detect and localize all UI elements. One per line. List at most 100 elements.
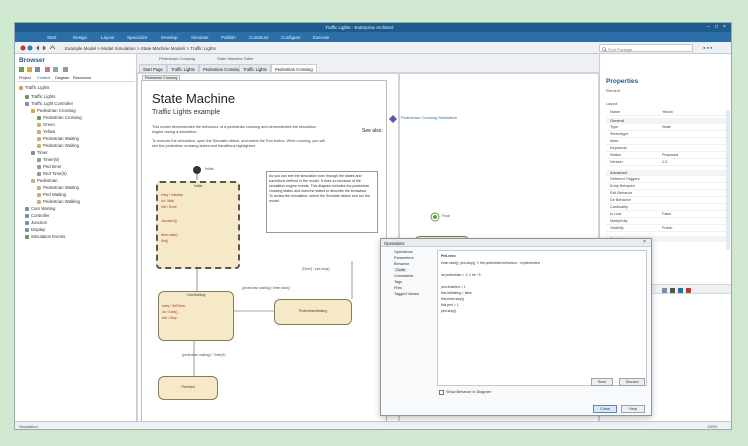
tab-layout[interactable]: Layout bbox=[606, 102, 617, 106]
dialog-nav-item[interactable]: Parameters bbox=[394, 256, 414, 260]
property-row[interactable]: Multiplicity bbox=[606, 219, 730, 225]
property-section-general[interactable]: General bbox=[606, 118, 730, 124]
tree-item[interactable]: Ped Waiting bbox=[37, 192, 66, 197]
tree-item[interactable]: Display bbox=[25, 227, 45, 232]
see-also-link[interactable]: Pedestrian Crossing Simulation bbox=[401, 115, 457, 120]
dialog-nav-item[interactable]: Tagged Values bbox=[394, 292, 419, 296]
tree-item[interactable]: Controller bbox=[25, 213, 50, 218]
tree-item[interactable]: Simulation Events bbox=[25, 234, 65, 239]
property-row[interactable]: Cardinality bbox=[606, 205, 730, 211]
tree-item[interactable]: Junction bbox=[25, 220, 47, 225]
tree-item[interactable]: Pedestrian bbox=[31, 178, 58, 183]
code-editor[interactable]: Ped.exec timer.start(); ped.stop(); // t… bbox=[437, 250, 647, 386]
dialog-nav-item[interactable]: Operations bbox=[394, 250, 413, 254]
menu-item-construct[interactable]: Construct bbox=[249, 35, 268, 40]
code-line: this.timer.stop() bbox=[441, 297, 465, 301]
tree-item[interactable]: Ped timer bbox=[37, 164, 61, 169]
property-row[interactable]: Name Yellow bbox=[606, 110, 730, 116]
tree-item[interactable]: Green bbox=[37, 122, 55, 127]
tree-item[interactable]: Traffic Lights bbox=[19, 85, 49, 90]
tree-item[interactable]: Traffic Lights bbox=[25, 94, 55, 99]
properties-scrollbar[interactable] bbox=[726, 110, 730, 250]
menu-item-specialize[interactable]: Specialize bbox=[127, 35, 148, 40]
panel-toolbar-icons[interactable] bbox=[662, 287, 702, 294]
diagram-note[interactable]: As you can see the simulation runs throu… bbox=[266, 171, 378, 233]
property-row[interactable]: Status Proposed bbox=[606, 153, 730, 159]
help-button[interactable]: Help bbox=[621, 405, 645, 413]
menu-item-design[interactable]: Design bbox=[73, 35, 87, 40]
property-row[interactable]: Alias bbox=[606, 139, 730, 145]
class-icon bbox=[25, 213, 29, 218]
tree-item[interactable]: Red Time(5) bbox=[37, 171, 67, 176]
menu-item-execute[interactable]: Execute bbox=[313, 35, 329, 40]
menu-item-develop[interactable]: Develop bbox=[161, 35, 178, 40]
state-icon bbox=[37, 122, 41, 127]
tab-element[interactable]: Element bbox=[606, 89, 620, 93]
find-package-input[interactable]: Find Package bbox=[599, 44, 693, 52]
tree-item[interactable]: Traffic Light Controller bbox=[25, 101, 73, 106]
breadcrumb[interactable]: Example Model > Model Simulation > State… bbox=[65, 46, 216, 51]
state-icon bbox=[37, 192, 41, 197]
tab-traffic-lights-2[interactable]: Traffic Lights bbox=[239, 64, 271, 72]
tab-resources[interactable]: Resources bbox=[73, 76, 91, 80]
tree-item[interactable]: Timer bbox=[31, 150, 48, 155]
menu-item-start[interactable]: Start bbox=[47, 35, 57, 40]
tree-item[interactable]: Yellow bbox=[37, 129, 55, 134]
close-icon[interactable]: × bbox=[723, 24, 726, 30]
property-row[interactable]: Deferred Triggers bbox=[606, 177, 730, 183]
dialog-nav-item[interactable]: Files bbox=[394, 286, 402, 290]
property-row[interactable]: Exit Behavior bbox=[606, 191, 730, 197]
dialog-close-icon[interactable]: × bbox=[643, 239, 646, 245]
property-section-advanced[interactable]: Advanced bbox=[606, 170, 730, 176]
diagram-canvas[interactable]: Pedestrian Crossing State Machine Traffi… bbox=[137, 73, 399, 429]
state-icon bbox=[37, 143, 41, 148]
close-button[interactable]: Close bbox=[593, 405, 617, 413]
show-behavior-checkbox[interactable] bbox=[439, 390, 444, 395]
tab-project[interactable]: Project bbox=[19, 76, 31, 80]
show-behavior-label: Show Behavior in Diagram bbox=[446, 390, 491, 394]
tree-item[interactable]: Pedestrian Waiting bbox=[37, 185, 79, 190]
tree-item[interactable]: Timer(5) bbox=[37, 157, 59, 162]
dialog-nav-item[interactable]: Tags bbox=[394, 280, 402, 284]
tree-item[interactable]: Pedestrian Walking bbox=[37, 199, 80, 204]
window-title: Traffic Lights - Enterprise Architect bbox=[325, 25, 394, 30]
tab-context[interactable]: Context bbox=[37, 76, 50, 80]
transition-label: [pedestrian waiting] / timer.start() bbox=[242, 286, 290, 290]
property-row[interactable]: Type State bbox=[606, 125, 730, 131]
property-row[interactable]: Version 1.0 bbox=[606, 160, 730, 166]
property-row[interactable]: Stereotype bbox=[606, 132, 730, 138]
tab-traffic-lights[interactable]: Traffic Lights bbox=[167, 64, 199, 72]
dialog-nav-item[interactable]: Constraints bbox=[394, 274, 413, 278]
tree-item[interactable]: Pedestrian Waiting bbox=[37, 143, 79, 148]
property-row[interactable]: Keywords bbox=[606, 146, 730, 152]
nav-buttons-icon[interactable] bbox=[19, 44, 59, 52]
property-row[interactable]: Do Behavior bbox=[606, 198, 730, 204]
save-button[interactable]: Save bbox=[591, 378, 613, 386]
tab-pedestrian-crossing[interactable]: Pedestrian Crossing bbox=[199, 64, 245, 72]
top-tab-state-machine-table[interactable]: State Machine Table bbox=[217, 56, 253, 61]
final-node-icon[interactable] bbox=[430, 212, 440, 226]
property-row[interactable]: Visibility Public bbox=[606, 226, 730, 232]
property-row[interactable]: Is Leaf False bbox=[606, 212, 730, 218]
tree-item[interactable]: Pedestrian Crossing bbox=[31, 108, 76, 113]
menu-item-layout[interactable]: Layout bbox=[101, 35, 115, 40]
tree-item[interactable]: Pedestrian Waiting bbox=[37, 136, 79, 141]
tab-pedestrian-crossing-active[interactable]: Pedestrian Crossing bbox=[271, 64, 317, 72]
tree-item[interactable]: Pedestrian Crossing bbox=[37, 115, 82, 120]
user-label[interactable]: ● ● ● bbox=[703, 45, 712, 50]
top-tab-pedestrian-crossing[interactable]: Pedestrian Crossing bbox=[159, 56, 195, 61]
tab-start-page[interactable]: Start Page bbox=[139, 64, 167, 72]
property-row[interactable]: Entry Behavior bbox=[606, 184, 730, 190]
maximize-icon[interactable]: □ bbox=[715, 24, 718, 30]
dialog-nav-item-selected[interactable]: Code bbox=[394, 268, 408, 272]
menu-item-simulate[interactable]: Simulate bbox=[191, 35, 209, 40]
menu-item-configure[interactable]: Configure bbox=[281, 35, 301, 40]
dialog-nav-item[interactable]: Behavior bbox=[394, 262, 409, 266]
minimize-icon[interactable]: – bbox=[707, 24, 710, 30]
browser-toolbar-icons[interactable] bbox=[19, 66, 99, 73]
tab-diagram[interactable]: Diagram bbox=[55, 76, 69, 80]
discard-button[interactable]: Discard bbox=[619, 378, 645, 386]
zoom-level[interactable]: 100% bbox=[707, 424, 717, 429]
menu-item-publish[interactable]: Publish bbox=[221, 35, 236, 40]
tree-item[interactable]: Cars Waiting bbox=[25, 206, 55, 211]
